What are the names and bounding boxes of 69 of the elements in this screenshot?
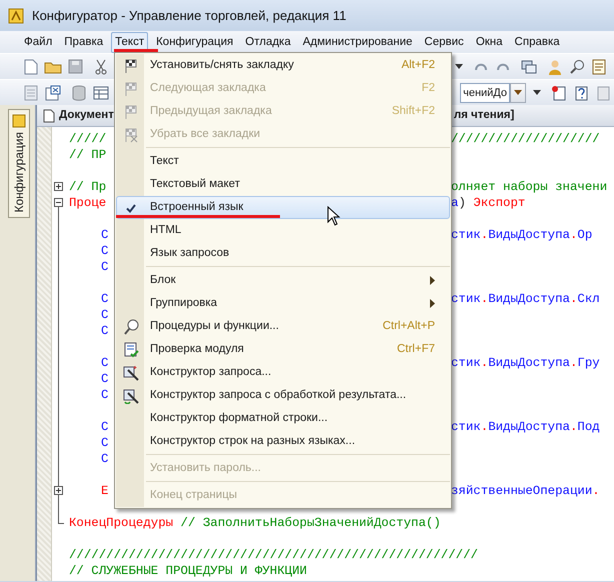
menu-item[interactable]: Конструктор форматной строки... bbox=[116, 407, 450, 430]
code-text: С bbox=[101, 420, 108, 434]
document-icon bbox=[43, 108, 55, 122]
code-text: С bbox=[101, 244, 108, 258]
code-text: ///// bbox=[69, 132, 106, 146]
code-text: С bbox=[101, 388, 108, 402]
shortcut-text: Ctrl+F7 bbox=[396, 342, 435, 357]
expand-icon[interactable] bbox=[54, 486, 63, 495]
menu-item[interactable]: Конструктор запроса... bbox=[116, 361, 450, 384]
code-text: С bbox=[101, 356, 108, 370]
document-title: ля чтения] bbox=[454, 108, 514, 123]
caret-icon bbox=[514, 90, 522, 95]
menu-item[interactable]: Процедуры и функции... Ctrl+Alt+P bbox=[116, 315, 450, 338]
code-text: олняет наборы значени bbox=[451, 179, 608, 195]
mouse-pointer-icon bbox=[327, 206, 341, 227]
code-text: Проце bbox=[69, 196, 106, 210]
menu-item[interactable]: Язык запросов bbox=[116, 242, 450, 265]
menu-item[interactable]: Администрирование bbox=[298, 32, 416, 52]
shortcut-text: Shift+F2 bbox=[392, 104, 435, 119]
code-text: С bbox=[101, 372, 108, 386]
code-text: С bbox=[101, 324, 108, 338]
configuration-icon bbox=[12, 114, 26, 128]
menu-item[interactable]: Текстовый макет bbox=[116, 173, 450, 196]
menu-item[interactable]: Файл bbox=[20, 32, 56, 52]
menu-item[interactable]: Окна bbox=[472, 32, 507, 52]
menu-item[interactable]: Сервис bbox=[420, 32, 468, 52]
dropdown-button[interactable] bbox=[510, 82, 526, 102]
code-text: Е bbox=[101, 484, 108, 498]
code-text: /////////////////////////////////////////////////////// bbox=[69, 548, 478, 562]
code-text: стик.ВидыДоступа.Гру bbox=[451, 355, 600, 371]
menu-item[interactable]: Группировка bbox=[116, 292, 450, 315]
menu-item[interactable]: HTML bbox=[116, 219, 450, 242]
document-title: Документ bbox=[59, 108, 114, 123]
code-text: // СЛУЖЕБНЫЕ ПРОЦЕДУРЫ И ФУНКЦИИ bbox=[69, 564, 307, 578]
window-title: Конфигуратор - Управление торговлей, редакция 11 bbox=[32, 6, 346, 25]
code-text: //////////////////// bbox=[451, 131, 600, 147]
menu-item[interactable]: Конструктор строк на разных языках... bbox=[116, 430, 450, 453]
menu-item[interactable]: Конфигурация bbox=[152, 32, 238, 52]
shortcut-text: Ctrl+Alt+P bbox=[382, 318, 435, 334]
code-text: С bbox=[101, 292, 108, 306]
code-text: // Пр bbox=[69, 180, 106, 194]
combo-box[interactable]: ченийДо bbox=[460, 82, 510, 102]
code-text: стик.ВидыДоступа.Под bbox=[451, 419, 600, 435]
code-text: С bbox=[101, 452, 108, 466]
code-text: КонецПроцедуры // ЗаполнитьНаборыЗначенийДоступа() bbox=[69, 516, 441, 530]
code-text: // ПР bbox=[69, 148, 106, 162]
menu-item[interactable]: Текст bbox=[116, 150, 450, 173]
code-text: С bbox=[101, 436, 108, 450]
code-text: а) Экспорт bbox=[451, 195, 526, 211]
side-panel-tab[interactable]: Конфигурация bbox=[8, 109, 30, 218]
expand-icon[interactable] bbox=[54, 182, 63, 191]
menu-item[interactable]: Конструктор запроса с обработкой результата... bbox=[116, 384, 450, 407]
menu-item[interactable]: Правка bbox=[60, 32, 108, 52]
collapse-icon[interactable] bbox=[54, 198, 63, 207]
shortcut-text: F2 bbox=[422, 80, 435, 96]
menu-item[interactable]: Проверка модуля Ctrl+F7 bbox=[116, 338, 450, 361]
menu-item[interactable]: Отладка bbox=[241, 32, 295, 52]
code-text: С bbox=[101, 308, 108, 322]
menu-item[interactable]: Блок bbox=[116, 269, 450, 292]
code-text: стик.ВидыДоступа.Скл bbox=[451, 291, 600, 307]
shortcut-text: Alt+F2 bbox=[401, 58, 435, 73]
code-text: С bbox=[101, 228, 108, 242]
annotation-underline bbox=[114, 49, 158, 52]
app-icon bbox=[8, 8, 24, 24]
code-text: стик.ВидыДоступа.Ор bbox=[451, 227, 592, 243]
code-text: С bbox=[101, 260, 108, 274]
menu-item[interactable]: Справка bbox=[510, 32, 564, 52]
menu-item[interactable]: Встроенный язык bbox=[116, 196, 450, 219]
code-text: зяйственныеОперации. bbox=[451, 483, 600, 499]
